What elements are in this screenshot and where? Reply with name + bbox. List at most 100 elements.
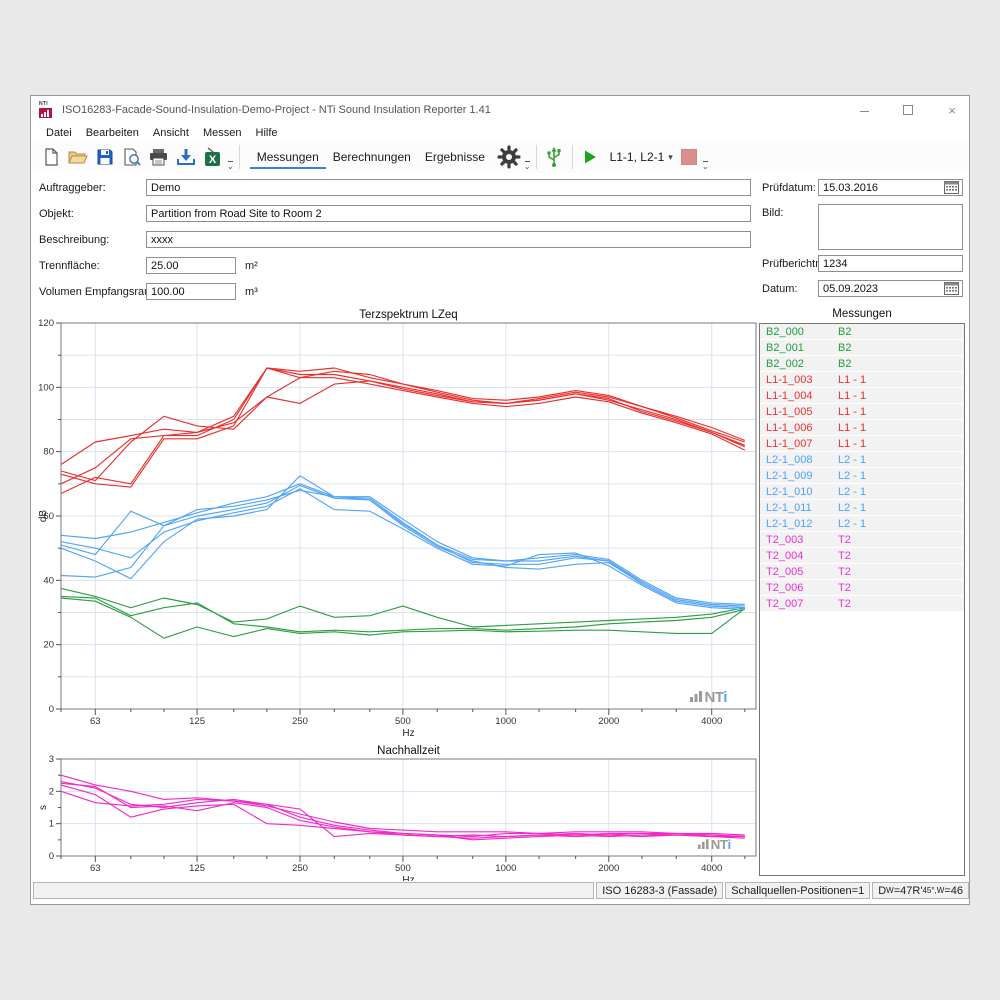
pruefdatum-label: Prüfdatum: [762, 182, 816, 194]
chart-title: Terzspektrum LZeq [359, 309, 457, 321]
svg-text:80: 80 [43, 447, 54, 458]
measurement-row[interactable]: L1-1_005L1 - 1 [760, 404, 964, 420]
datum-calendar-icon[interactable] [944, 282, 960, 295]
pruefberichtnr-input[interactable] [818, 255, 963, 272]
app-icon: NTI [39, 102, 56, 119]
menu-item-bearbeiten[interactable]: Bearbeiten [79, 127, 146, 139]
beschreibung-input[interactable] [146, 231, 751, 248]
x-axis-label: Hz [402, 728, 414, 739]
open-project-button[interactable] [64, 144, 91, 171]
measurement-name: L2-1_010 [760, 486, 834, 498]
measurement-row[interactable]: T2_005T2 [760, 564, 964, 580]
measurement-name: B2_002 [760, 358, 834, 370]
excel-export-icon: X [202, 147, 223, 167]
settings-button[interactable] [496, 144, 523, 171]
excel-export-button[interactable]: X [199, 144, 226, 171]
measurement-row[interactable]: L1-1_006L1 - 1 [760, 420, 964, 436]
measurement-row[interactable]: T2_003T2 [760, 532, 964, 548]
measurement-row[interactable]: B2_001B2 [760, 340, 964, 356]
measurement-row[interactable]: T2_006T2 [760, 580, 964, 596]
save-project-button[interactable] [91, 144, 118, 171]
y-axis-label: s [38, 805, 49, 810]
measurement-row[interactable]: T2_007T2 [760, 596, 964, 612]
measurement-row[interactable]: T2_004T2 [760, 548, 964, 564]
bild-label: Bild: [762, 207, 783, 219]
measurement-type: L1 - 1 [834, 422, 866, 434]
measurement-type: T2 [834, 550, 851, 562]
measurement-row[interactable]: B2_000B2 [760, 324, 964, 340]
svg-text:NTi: NTi [705, 689, 728, 706]
run-dropdown-icon[interactable]: ▾ [668, 152, 673, 163]
measurement-row[interactable]: L2-1_009L2 - 1 [760, 468, 964, 484]
menu-item-messen[interactable]: Messen [196, 127, 249, 139]
measurement-name: L2-1_011 [760, 502, 834, 514]
x-axis-label: Hz [402, 875, 414, 881]
bild-box[interactable] [818, 204, 963, 250]
measurement-row[interactable]: L2-1_008L2 - 1 [760, 452, 964, 468]
print-preview-button[interactable] [118, 144, 145, 171]
measurement-name: L1-1_005 [760, 406, 834, 418]
svg-text:0: 0 [49, 851, 54, 862]
measurement-row[interactable]: L2-1_011L2 - 1 [760, 500, 964, 516]
measurement-type: B2 [834, 358, 851, 370]
toolbar-separator [572, 145, 573, 169]
usb-icon [544, 146, 564, 168]
status-positions: Schallquellen-Positionen=1 [725, 882, 870, 899]
measurement-name: T2_005 [760, 566, 834, 578]
measurement-row[interactable]: B2_002B2 [760, 356, 964, 372]
measurement-row[interactable]: L1-1_007L1 - 1 [760, 436, 964, 452]
status-results: DW=47 R'45°,W=46 [872, 882, 969, 899]
menu-item-ansicht[interactable]: Ansicht [146, 127, 196, 139]
svg-text:500: 500 [395, 863, 411, 874]
pruefdatum-input[interactable] [818, 179, 963, 196]
trennflaeche-input[interactable] [146, 257, 236, 274]
title-bar[interactable]: NTI ISO16283-Facade-Sound-Insulation-Dem… [31, 96, 969, 124]
run-selection-label[interactable]: L1-1, L2-1 [610, 150, 665, 164]
maximize-button[interactable] [901, 103, 915, 118]
auftraggeber-input[interactable] [146, 179, 751, 196]
tab-messungen[interactable]: Messungen [250, 145, 326, 169]
svg-text:4000: 4000 [701, 863, 722, 874]
datum-input[interactable] [818, 280, 963, 297]
svg-text:NTi: NTi [711, 837, 731, 852]
menu-item-hilfe[interactable]: Hilfe [249, 127, 285, 139]
measurement-row[interactable]: L2-1_010L2 - 1 [760, 484, 964, 500]
pruefdatum-calendar-icon[interactable] [944, 181, 960, 194]
measurement-type: T2 [834, 566, 851, 578]
measurements-panel-title: Messungen [759, 308, 965, 320]
svg-text:125: 125 [189, 716, 205, 727]
svg-text:X: X [209, 154, 217, 166]
toolbar-overflow-icon[interactable]: ⌄ [227, 161, 234, 171]
tab-ergebnisse[interactable]: Ergebnisse [418, 145, 492, 169]
svg-text:500: 500 [395, 716, 411, 727]
beschreibung-label: Beschreibung: [39, 234, 109, 246]
measurement-name: L2-1_008 [760, 454, 834, 466]
svg-text:250: 250 [292, 863, 308, 874]
status-empty-panel [33, 882, 594, 899]
close-button[interactable]: × [945, 103, 959, 118]
new-project-button[interactable] [37, 144, 64, 171]
device-connect-button[interactable] [541, 144, 568, 171]
svg-text:2000: 2000 [598, 863, 619, 874]
import-measurements-button[interactable] [172, 144, 199, 171]
measurement-type: T2 [834, 582, 851, 594]
measurement-row[interactable]: L1-1_003L1 - 1 [760, 372, 964, 388]
minimize-button[interactable] [857, 103, 871, 118]
settings-overflow-icon[interactable]: ⌄ [524, 161, 531, 171]
print-button[interactable] [145, 144, 172, 171]
objekt-input[interactable] [146, 205, 751, 222]
toolbar: X ⌄ MessungenBerechnungenErgebnisse [31, 141, 969, 173]
menu-item-datei[interactable]: Datei [39, 127, 79, 139]
tab-berechnungen[interactable]: Berechnungen [326, 145, 418, 169]
volumen-unit: m³ [245, 286, 258, 298]
svg-text:0: 0 [49, 704, 54, 715]
measurement-row[interactable]: L2-1_012L2 - 1 [760, 516, 964, 532]
measurement-row[interactable]: L1-1_004L1 - 1 [760, 388, 964, 404]
measurement-name: T2_003 [760, 534, 834, 546]
chart-title: Nachhallzeit [377, 745, 440, 757]
stop-button[interactable] [681, 149, 697, 165]
measurement-type: L2 - 1 [834, 518, 866, 530]
volumen-input[interactable] [146, 283, 236, 300]
run-overflow-icon[interactable]: ⌄ [702, 161, 709, 171]
run-measurement-button[interactable] [577, 144, 604, 171]
